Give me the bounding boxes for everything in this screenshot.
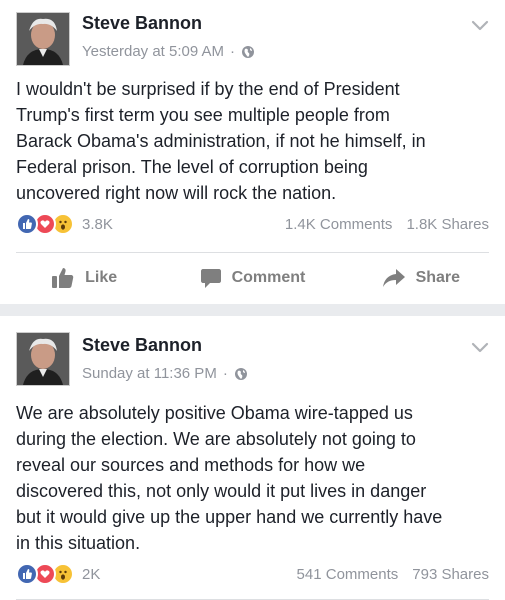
reaction-count[interactable]: 2K [82, 566, 100, 583]
post-meta: Sunday at 11:36 PM · [82, 365, 248, 382]
author-avatar[interactable] [16, 332, 70, 386]
post-text: I wouldn't be surprised if by the end of… [16, 79, 426, 203]
post-card: Steve Bannon Yesterday at 5:09 AM · I wo… [0, 0, 505, 304]
author-name[interactable]: Steve Bannon [82, 13, 202, 34]
post-card: Steve Bannon Sunday at 11:36 PM · We are… [0, 316, 505, 600]
divider [16, 252, 489, 253]
reaction-count[interactable]: 3.8K [82, 216, 113, 233]
post-stats: 3.8K 1.4K Comments 1.8K Shares [16, 212, 489, 236]
share-button[interactable]: Share [337, 268, 505, 288]
meta-separator: · [230, 43, 236, 60]
globe-icon [234, 367, 247, 380]
comment-count[interactable]: 1.4K Comments [285, 216, 393, 233]
chevron-down-icon[interactable] [471, 342, 489, 354]
share-count[interactable]: 793 Shares [412, 566, 489, 583]
comment-button[interactable]: Comment [168, 267, 336, 289]
post-stats: 2K 541 Comments 793 Shares [16, 562, 489, 586]
like-button[interactable]: Like [0, 267, 168, 289]
share-count[interactable]: 1.8K Shares [406, 216, 489, 233]
post-meta: Yesterday at 5:09 AM · [82, 43, 255, 60]
thumbs-up-icon [52, 268, 74, 288]
author-name[interactable]: Steve Bannon [82, 335, 202, 356]
chevron-down-icon[interactable] [471, 20, 489, 32]
comment-count[interactable]: 541 Comments [297, 566, 399, 583]
post-timestamp[interactable]: Yesterday at 5:09 AM [82, 43, 224, 60]
comment-icon [200, 269, 221, 288]
share-icon [382, 269, 405, 287]
globe-icon [242, 45, 255, 58]
like-label: Like [85, 269, 118, 286]
reaction-icons[interactable] [16, 213, 74, 235]
reaction-icons[interactable] [16, 563, 74, 585]
author-avatar[interactable] [16, 12, 70, 66]
comment-label: Comment [231, 269, 306, 286]
post-timestamp[interactable]: Sunday at 11:36 PM [82, 365, 217, 382]
meta-separator: · [222, 365, 228, 382]
share-label: Share [415, 269, 461, 286]
post-text: We are absolutely positive Obama wire-ta… [16, 403, 443, 553]
post-separator [0, 304, 505, 316]
post-actions: Like Comment Share [0, 255, 505, 301]
like-reaction-icon [16, 563, 38, 585]
like-reaction-icon [16, 213, 38, 235]
